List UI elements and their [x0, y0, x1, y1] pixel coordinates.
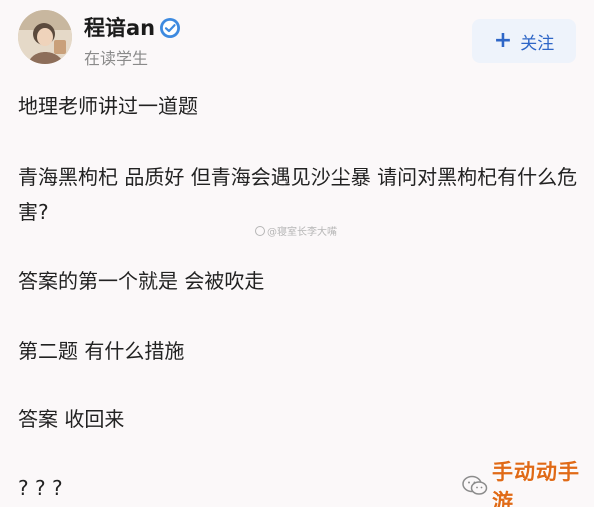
wechat-icon [462, 475, 488, 497]
post-line-3: 答案的第一个就是 会被吹走 [18, 269, 265, 293]
username-text[interactable]: 程谙an [84, 14, 155, 42]
center-watermark-text: @寝室长李大嘴 [267, 227, 337, 238]
post-line-5: 答案 收回来 [18, 407, 125, 431]
weibo-post: 程谙an 在读学生 + 关注 地理老师讲过一道题 青海黑枸杞 品质好 但青海会遇… [0, 0, 594, 507]
post-line-2: 青海黑枸杞 品质好 但青海会遇见沙尘暴 请问对黑枸杞有什么危害? [18, 165, 578, 224]
corner-watermark: 手动动手游 [462, 460, 594, 507]
post-line-6: ? ? ? [18, 476, 63, 500]
center-watermark: @寝室长李大嘴 [255, 223, 337, 238]
corner-watermark-text: 手动动手游 [492, 460, 580, 507]
weibo-watermark-icon [255, 225, 265, 236]
verified-badge-icon [159, 17, 181, 39]
avatar[interactable] [18, 10, 72, 64]
plus-icon: + [493, 28, 513, 53]
post-line-4: 第二题 有什么措施 [18, 339, 185, 363]
follow-label: 关注 [520, 33, 555, 54]
username[interactable]: 程谙an [84, 14, 181, 42]
user-subtitle: 在读学生 [84, 49, 149, 68]
follow-button[interactable]: + 关注 [472, 19, 576, 63]
post-line-1: 地理老师讲过一道题 [18, 94, 198, 118]
